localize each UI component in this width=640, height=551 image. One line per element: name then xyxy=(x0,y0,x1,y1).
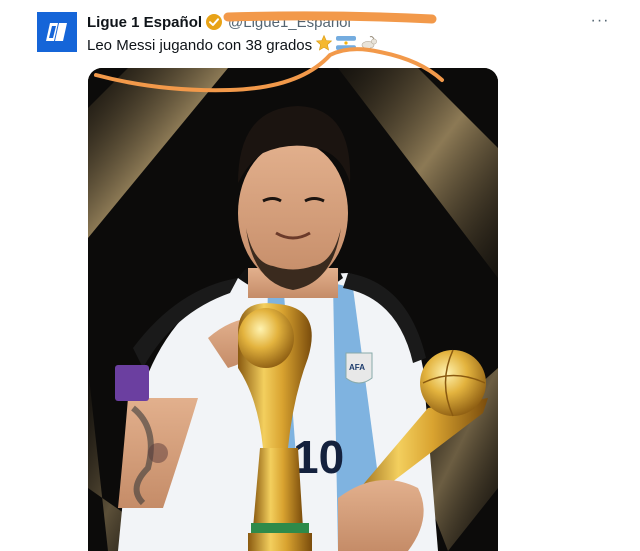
tweet-media-image[interactable]: 10 AFA xyxy=(88,68,498,551)
ligue1-logo-icon xyxy=(37,12,77,52)
verified-badge-icon xyxy=(205,13,223,31)
tweet-text-content: Leo Messi jugando con 38 grados xyxy=(87,36,313,54)
star-emoji-icon xyxy=(315,34,333,56)
author-handle[interactable]: @Ligue1_Espanol xyxy=(228,14,351,31)
argentina-flag-icon xyxy=(336,35,357,55)
tweet-header: Ligue 1 Español @Ligue1_Espanol xyxy=(87,11,351,33)
messi-world-cup-photo: 10 AFA xyxy=(88,68,498,551)
author-name[interactable]: Ligue 1 Español xyxy=(87,14,202,31)
goat-emoji-icon xyxy=(359,34,379,56)
tweet-text: Leo Messi jugando con 38 grados xyxy=(87,34,379,56)
author-avatar[interactable] xyxy=(37,12,77,52)
afa-badge-text: AFA xyxy=(349,363,365,372)
tweet-card[interactable]: Ligue 1 Español @Ligue1_Espanol ··· Leo … xyxy=(0,0,640,551)
more-options-button[interactable]: ··· xyxy=(586,10,614,32)
jersey-number: 10 xyxy=(293,431,344,483)
afa-crest-icon: AFA xyxy=(345,352,373,384)
